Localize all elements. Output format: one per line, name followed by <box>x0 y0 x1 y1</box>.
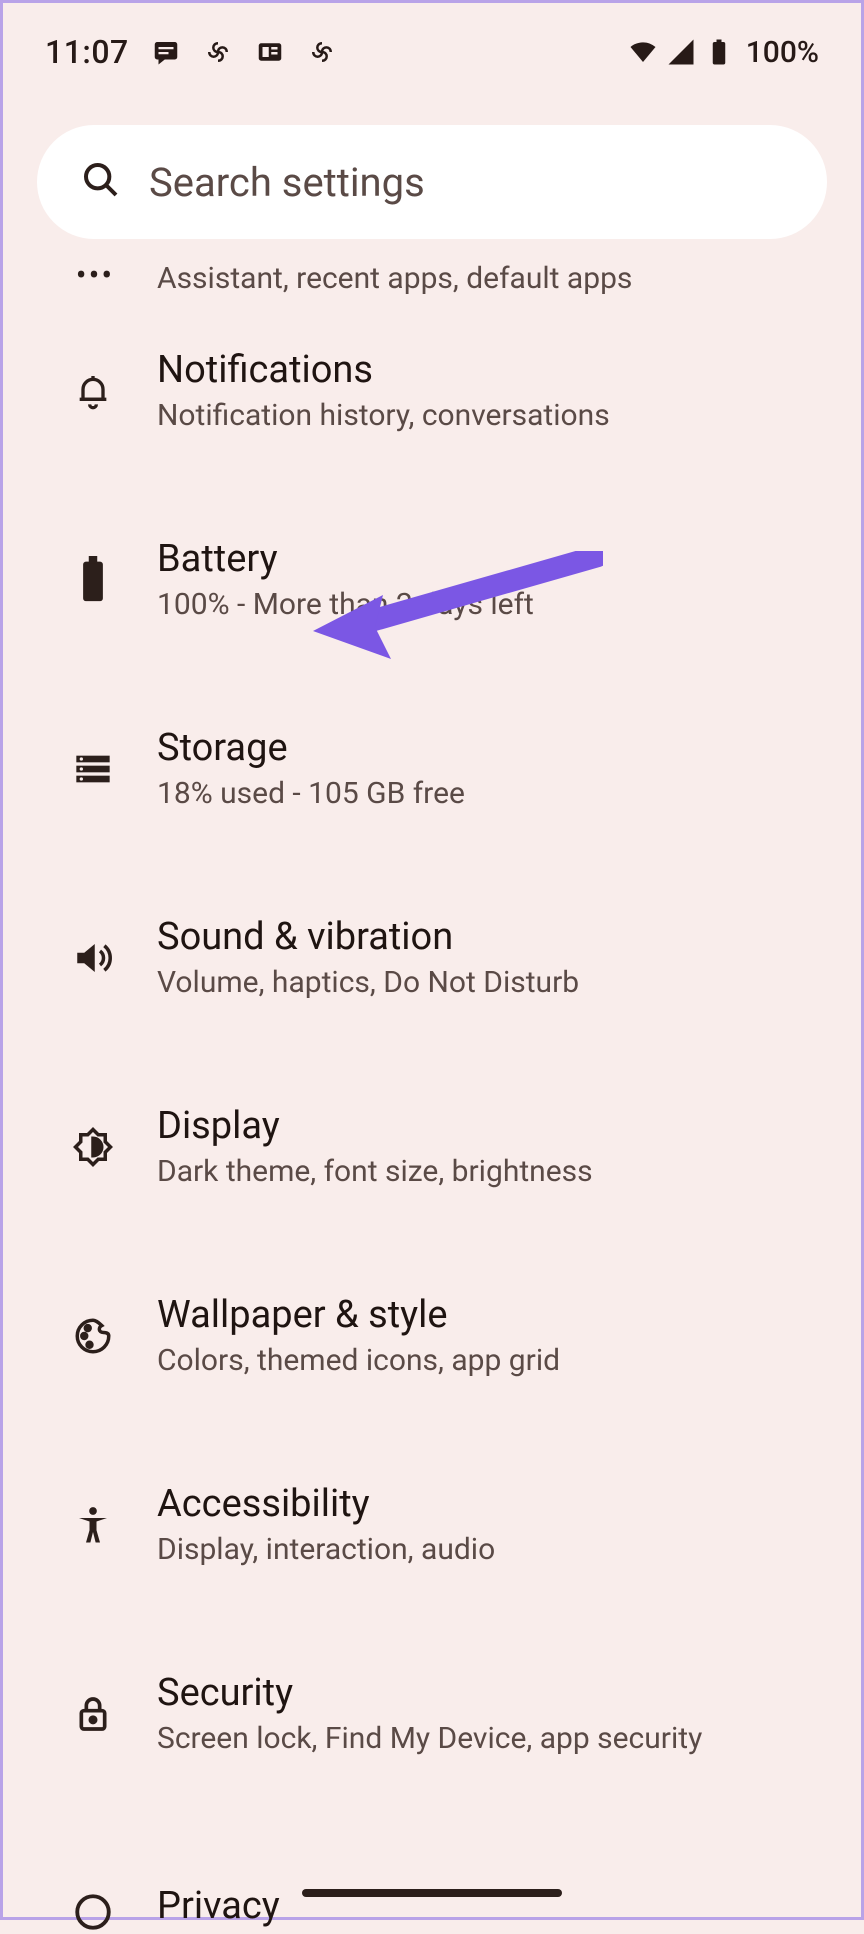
battery-icon <box>71 552 115 608</box>
settings-item-battery[interactable]: Battery 100% - More than 2 days left <box>41 485 823 674</box>
item-title: Security <box>157 1671 823 1715</box>
settings-item-notifications[interactable]: Notifications Notification history, conv… <box>41 296 823 485</box>
item-title: Sound & vibration <box>157 915 823 959</box>
search-placeholder: Search settings <box>149 159 425 206</box>
status-right: 100% <box>628 35 819 70</box>
item-subtitle: 18% used - 105 GB free <box>157 776 823 811</box>
settings-item-wallpaper[interactable]: Wallpaper & style Colors, themed icons, … <box>41 1241 823 1430</box>
accessibility-icon <box>71 1497 115 1553</box>
settings-item-display[interactable]: Display Dark theme, font size, brightnes… <box>41 1052 823 1241</box>
settings-item-privacy[interactable]: Privacy <box>41 1808 823 1934</box>
item-title: Accessibility <box>157 1482 823 1526</box>
search-bar[interactable]: Search settings <box>37 125 827 239</box>
item-subtitle: Volume, haptics, Do Not Disturb <box>157 965 823 1000</box>
item-subtitle: Screen lock, Find My Device, app securit… <box>157 1721 823 1756</box>
settings-item-storage[interactable]: Storage 18% used - 105 GB free <box>41 674 823 863</box>
bell-icon <box>71 363 115 419</box>
settings-item-accessibility[interactable]: Accessibility Display, interaction, audi… <box>41 1430 823 1619</box>
settings-item-security[interactable]: Security Screen lock, Find My Device, ap… <box>41 1619 823 1808</box>
settings-item-apps-partial[interactable]: ••• Assistant, recent apps, default apps <box>3 261 861 296</box>
lock-icon <box>71 1686 115 1742</box>
wifi-icon <box>628 37 658 67</box>
signal-icon <box>666 37 696 67</box>
more-icon: ••• <box>73 265 117 285</box>
item-title: Wallpaper & style <box>157 1293 823 1337</box>
status-left: 11:07 <box>45 33 337 71</box>
settings-list: Notifications Notification history, conv… <box>3 296 861 1934</box>
settings-item-sound[interactable]: Sound & vibration Volume, haptics, Do No… <box>41 863 823 1052</box>
pinwheel-icon-2 <box>307 37 337 67</box>
item-subtitle: Display, interaction, audio <box>157 1532 823 1567</box>
item-subtitle: Notification history, conversations <box>157 398 823 433</box>
item-subtitle: 100% - More than 2 days left <box>157 587 823 622</box>
message-icon <box>151 37 181 67</box>
item-subtitle: Colors, themed icons, app grid <box>157 1343 823 1378</box>
palette-icon <box>71 1308 115 1364</box>
gesture-nav-pill[interactable] <box>302 1889 562 1897</box>
status-bar: 11:07 100% <box>3 3 861 83</box>
item-subtitle: Assistant, recent apps, default apps <box>157 261 632 296</box>
item-subtitle: Dark theme, font size, brightness <box>157 1154 823 1189</box>
item-title: Display <box>157 1104 823 1148</box>
privacy-icon <box>71 1869 115 1925</box>
volume-icon <box>71 930 115 986</box>
item-title: Battery <box>157 537 823 581</box>
clock: 11:07 <box>45 33 129 71</box>
brightness-icon <box>71 1119 115 1175</box>
item-title: Storage <box>157 726 823 770</box>
pinwheel-icon <box>203 37 233 67</box>
news-icon <box>255 37 285 67</box>
item-title: Notifications <box>157 348 823 392</box>
battery-status-icon <box>704 37 734 67</box>
storage-icon <box>71 741 115 797</box>
search-icon <box>81 160 121 204</box>
battery-percent: 100% <box>746 35 819 70</box>
